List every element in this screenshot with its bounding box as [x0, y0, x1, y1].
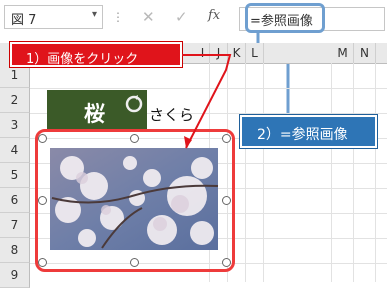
- callout-formula: 2）=参照画像: [240, 115, 377, 148]
- callout2-text: 2）=参照画像: [257, 127, 348, 143]
